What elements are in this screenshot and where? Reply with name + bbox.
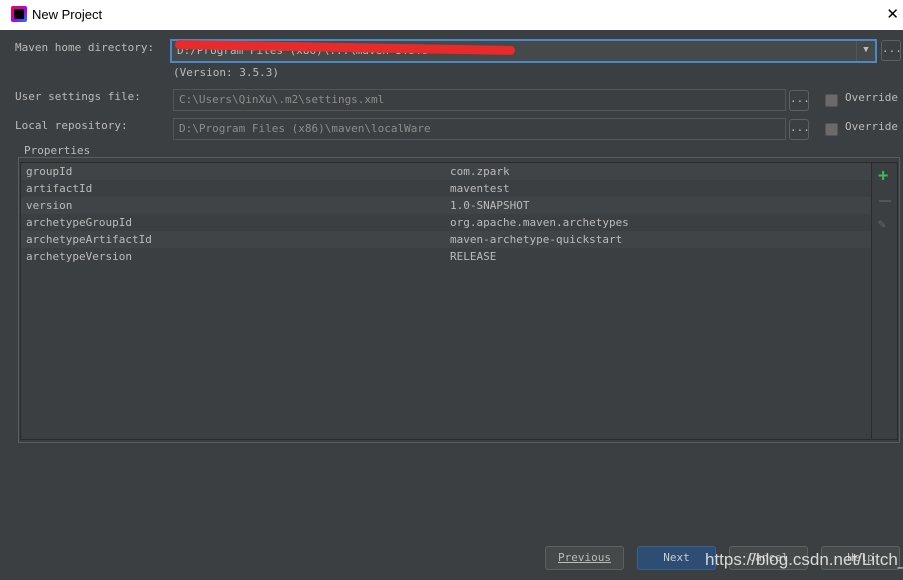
local-repo-override-checkbox[interactable]	[825, 123, 838, 136]
previous-button[interactable]: Previous	[545, 546, 624, 570]
property-value: maven-archetype-quickstart	[450, 233, 623, 246]
property-value: org.apache.maven.archetypes	[450, 216, 629, 229]
intellij-logo-icon	[11, 6, 27, 22]
table-row[interactable]: archetypeGroupId org.apache.maven.archety…	[21, 214, 871, 231]
add-icon[interactable]: +	[878, 166, 888, 186]
watermark: https://blog.csdn.net/Litch_	[705, 550, 903, 569]
window-title: New Project	[32, 7, 103, 22]
maven-version-text: (Version: 3.5.3)	[173, 66, 279, 79]
property-value: 1.0-SNAPSHOT	[450, 199, 530, 212]
user-settings-override-checkbox[interactable]	[825, 94, 838, 107]
user-settings-browse-button[interactable]: ...	[789, 90, 810, 111]
user-settings-label: User settings file:	[15, 90, 141, 103]
properties-title: Properties	[22, 144, 93, 157]
property-key: groupId	[26, 165, 73, 178]
remove-icon[interactable]	[879, 200, 891, 202]
next-label: Next	[663, 551, 690, 564]
table-row[interactable]: artifactId maventest	[21, 180, 871, 197]
user-settings-field[interactable]: C:\Users\QinXu\.m2\settings.xml	[173, 89, 786, 111]
property-key: archetypeGroupId	[26, 216, 132, 229]
property-key: archetypeVersion	[26, 250, 132, 263]
local-repo-browse-button[interactable]: ...	[789, 119, 810, 140]
property-key: version	[26, 199, 73, 212]
table-toolbar: + ✎	[871, 163, 898, 440]
local-repo-override-label: Override	[845, 120, 898, 133]
local-repo-field[interactable]: D:\Program Files (x86)\maven\localWare	[173, 118, 786, 140]
table-row[interactable]: groupId com.zpark	[21, 163, 871, 180]
edit-pencil-icon[interactable]: ✎	[878, 217, 886, 232]
user-settings-override-label: Override	[845, 91, 898, 104]
property-value: maventest	[450, 182, 510, 195]
property-key: artifactId	[26, 182, 93, 195]
close-icon[interactable]: ✕	[886, 5, 899, 23]
property-value: RELEASE	[450, 250, 497, 263]
properties-table: groupId com.zpark artifactId maventest versi…	[20, 162, 898, 440]
local-repo-label: Local repository:	[15, 119, 128, 132]
table-row[interactable]: archetypeVersion RELEASE	[21, 248, 871, 265]
property-key: archetypeArtifactId	[26, 233, 152, 246]
property-value: com.zpark	[450, 165, 510, 178]
table-row[interactable]: version 1.0-SNAPSHOT	[21, 197, 871, 214]
maven-home-browse-button[interactable]: ...	[881, 40, 902, 61]
table-row[interactable]: archetypeArtifactId maven-archetype-quick…	[21, 231, 871, 248]
title-bar: New Project ✕	[0, 0, 903, 30]
chevron-down-icon[interactable]: ▼	[856, 41, 875, 61]
previous-label: Previous	[558, 551, 611, 564]
maven-home-label: Maven home directory:	[15, 41, 155, 54]
